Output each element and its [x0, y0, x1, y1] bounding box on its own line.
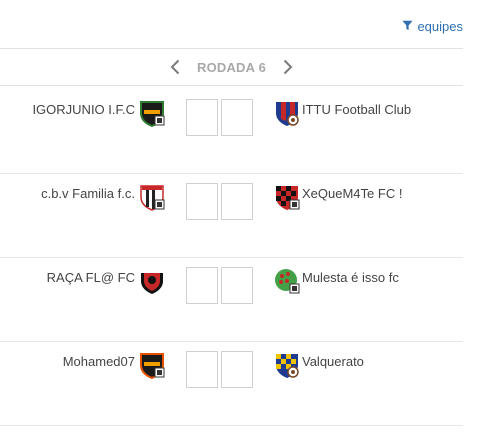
away-team-name: Mulesta é isso fc — [302, 270, 399, 285]
home-score-input[interactable] — [186, 99, 218, 136]
away-score-input[interactable] — [221, 267, 253, 304]
home-team-name: c.b.v Familia f.c. — [41, 186, 135, 201]
away-team-name: ITTU Football Club — [302, 102, 412, 117]
match-row: IGORJUNIO I.F.C ITTU Football Club — [0, 90, 463, 174]
away-team-name: Valquerato — [302, 354, 364, 369]
match-row: c.b.v Familia f.c. XeQueM4Te FC ! — [0, 174, 463, 258]
filter-teams-link[interactable]: equipes — [402, 19, 463, 34]
chevron-right-icon — [283, 59, 293, 75]
home-score-input[interactable] — [186, 267, 218, 304]
home-team-name: Mohamed07 — [62, 354, 135, 369]
filter-label: equipes — [417, 19, 463, 34]
away-score-input[interactable] — [221, 351, 253, 388]
home-team-crest — [138, 99, 166, 127]
away-score-input[interactable] — [221, 99, 253, 136]
away-team-crest — [273, 99, 301, 127]
home-team-crest — [138, 351, 166, 379]
match-row: Mohamed07 Valquerato — [0, 342, 463, 426]
home-team-crest — [138, 183, 166, 211]
away-score-input[interactable] — [221, 183, 253, 220]
home-team-crest — [138, 267, 166, 295]
previous-round-button[interactable] — [167, 57, 183, 77]
away-team-crest — [273, 267, 301, 295]
away-team-name: XeQueM4Te FC ! — [302, 186, 403, 201]
home-team-name: IGORJUNIO I.F.C — [32, 102, 135, 117]
next-round-button[interactable] — [280, 57, 296, 77]
home-score-input[interactable] — [186, 351, 218, 388]
home-team-name: RAÇA FL@ FC — [46, 270, 135, 285]
away-team-crest — [273, 183, 301, 211]
filter-icon — [402, 19, 413, 34]
round-label: RODADA 6 — [196, 59, 266, 75]
chevron-left-icon — [170, 59, 180, 75]
round-navigator: RODADA 6 — [0, 48, 463, 86]
home-score-input[interactable] — [186, 183, 218, 220]
match-row: RAÇA FL@ FC Mulesta é isso fc — [0, 258, 463, 342]
away-team-crest — [273, 351, 301, 379]
